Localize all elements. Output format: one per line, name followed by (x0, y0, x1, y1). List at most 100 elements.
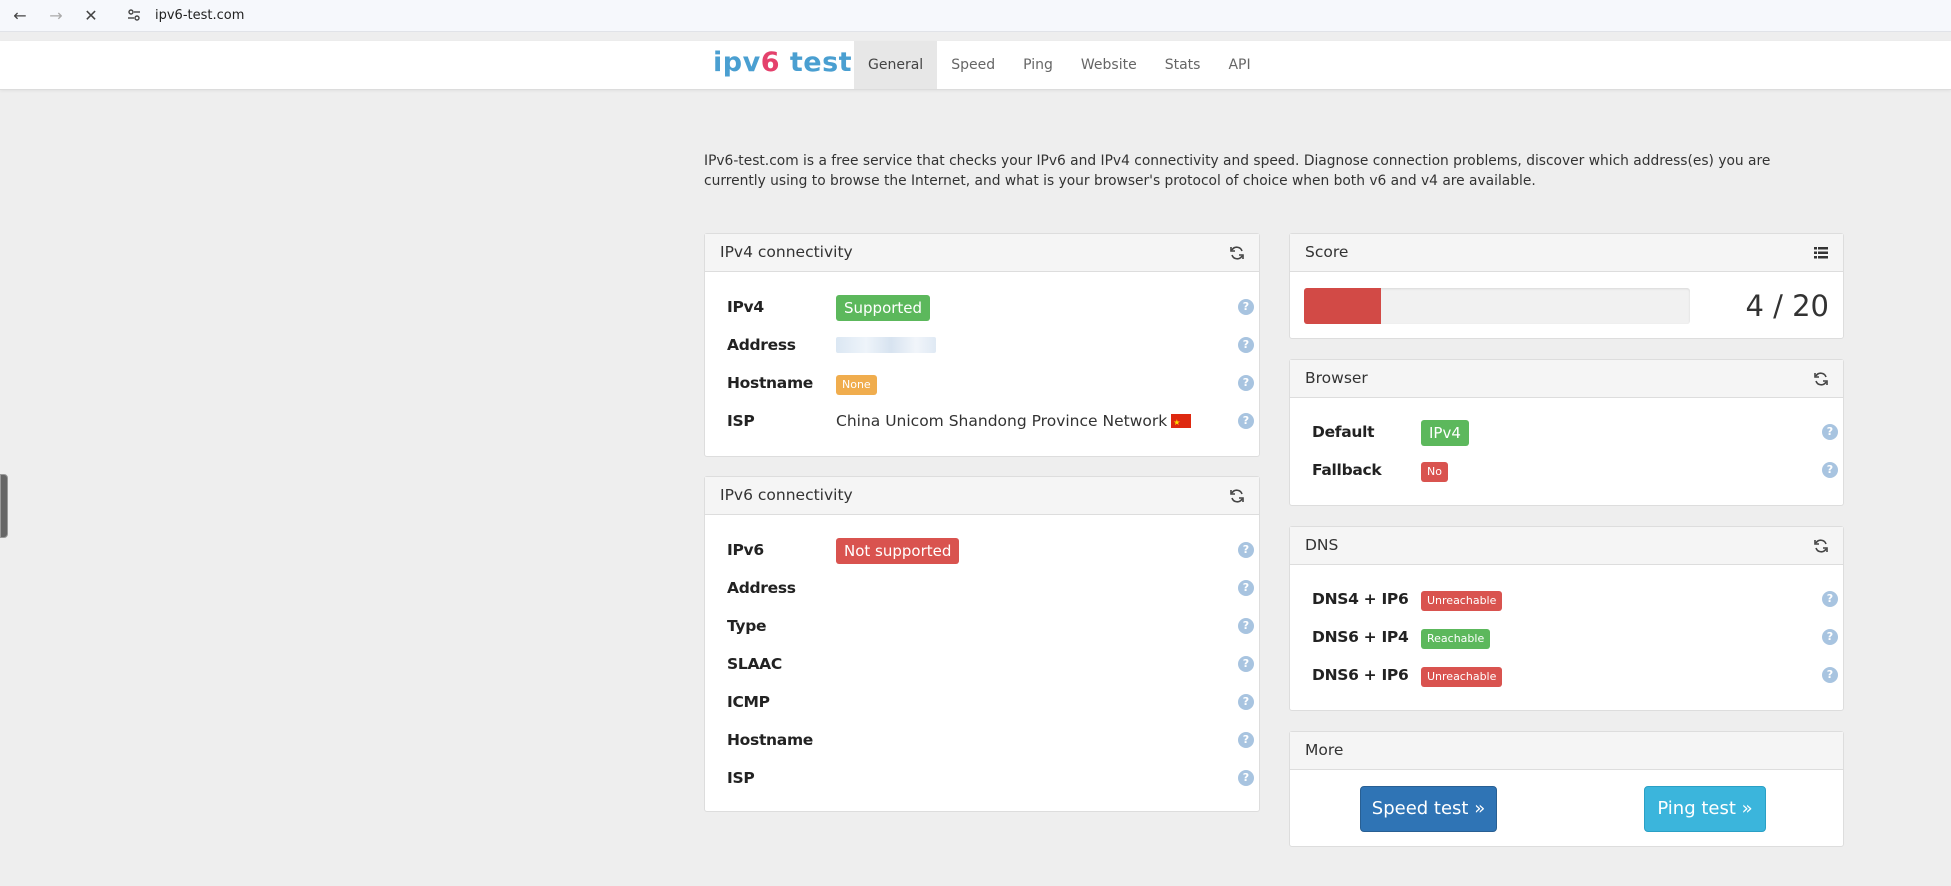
help-icon[interactable]: ? (1238, 299, 1254, 315)
stop-loading-icon[interactable]: ✕ (81, 6, 101, 26)
row-label: ISP (727, 412, 755, 430)
back-arrow-icon[interactable]: ← (10, 6, 30, 26)
row-label: SLAAC (727, 655, 782, 673)
ipv6-icmp-row: ICMP ? (727, 690, 1257, 714)
help-icon[interactable]: ? (1238, 542, 1254, 558)
browser-toolbar: ← → ✕ ipv6-test.com (0, 0, 1951, 32)
row-label: Default (1312, 423, 1375, 441)
help-icon[interactable]: ? (1238, 375, 1254, 391)
dns-row: DNS6 + IP4 Reachable ? (1312, 625, 1842, 649)
row-label: DNS4 + IP6 (1312, 590, 1409, 608)
logo-part-ipv: ipv (713, 47, 761, 78)
ping-test-button[interactable]: Ping test » (1644, 786, 1766, 832)
ipv4-panel: IPv4 connectivity IPv4 Supported ? Addre… (704, 233, 1260, 457)
row-label: ICMP (727, 693, 770, 711)
dns-panel-title: DNS (1305, 536, 1339, 554)
browser-panel-title: Browser (1305, 369, 1368, 387)
more-panel-title: More (1305, 741, 1344, 759)
dns-panel: DNS DNS4 + IP6 Unreachable ? DNS6 + IP4 … (1289, 526, 1844, 711)
row-label: IPv4 (727, 298, 764, 316)
tab-ping[interactable]: Ping (1009, 41, 1067, 89)
help-icon[interactable]: ? (1238, 618, 1254, 634)
ipv4-hostname-row: Hostname None ? (727, 371, 1257, 395)
help-icon[interactable]: ? (1238, 656, 1254, 672)
row-label: Fallback (1312, 461, 1382, 479)
list-icon[interactable] (1813, 245, 1829, 261)
refresh-icon[interactable] (1229, 245, 1245, 261)
side-panel-handle[interactable] (0, 474, 8, 538)
status-badge: None (836, 375, 877, 395)
tab-general[interactable]: General (854, 41, 938, 89)
status-badge: Not supported (836, 538, 960, 564)
row-label: Address (727, 579, 796, 597)
help-icon[interactable]: ? (1822, 667, 1838, 683)
more-panel: More Speed test » Ping test » (1289, 731, 1844, 847)
help-icon[interactable]: ? (1822, 462, 1838, 478)
help-icon[interactable]: ? (1822, 424, 1838, 440)
tab-website[interactable]: Website (1067, 41, 1151, 89)
site-logo[interactable]: ipv6 test (713, 47, 852, 78)
status-badge: Unreachable (1421, 667, 1503, 687)
more-panel-header: More (1290, 732, 1843, 770)
help-icon[interactable]: ? (1238, 337, 1254, 353)
speed-test-button[interactable]: Speed test » (1360, 786, 1497, 832)
site-navbar: ipv6 test General Speed Ping Website Sta… (0, 41, 1951, 90)
row-label: DNS6 + IP6 (1312, 666, 1409, 684)
ipv6-panel-header: IPv6 connectivity (705, 477, 1259, 515)
help-icon[interactable]: ? (1822, 629, 1838, 645)
row-label: Address (727, 336, 796, 354)
dns-row: DNS4 + IP6 Unreachable ? (1312, 587, 1842, 611)
score-progress-bar (1304, 288, 1690, 324)
row-label: Hostname (727, 374, 814, 392)
status-badge: IPv4 (1421, 420, 1469, 446)
logo-part-test: test (779, 47, 853, 78)
refresh-icon[interactable] (1813, 371, 1829, 387)
isp-value: China Unicom Shandong Province Network (836, 412, 1168, 430)
logo-part-6: 6 (760, 47, 780, 78)
status-badge: Supported (836, 295, 931, 321)
refresh-icon[interactable] (1229, 488, 1245, 504)
score-value: 4 / 20 (1745, 289, 1829, 323)
score-panel-header: Score (1290, 234, 1843, 272)
browser-fallback-row: Fallback No ? (1312, 458, 1842, 482)
forward-arrow-icon[interactable]: → (46, 6, 66, 26)
refresh-icon[interactable] (1813, 538, 1829, 554)
tab-speed[interactable]: Speed (937, 41, 1009, 89)
address-bar[interactable]: ipv6-test.com (155, 8, 244, 23)
ipv4-panel-title: IPv4 connectivity (720, 243, 853, 261)
score-panel: Score 4 / 20 (1289, 233, 1844, 339)
ipv6-hostname-row: Hostname ? (727, 728, 1257, 752)
ipv4-isp-row: ISP China Unicom Shandong Province Netwo… (727, 409, 1257, 435)
help-icon[interactable]: ? (1238, 580, 1254, 596)
site-settings-icon[interactable] (126, 7, 142, 23)
tab-stats[interactable]: Stats (1151, 41, 1215, 89)
ipv6-address-row: Address ? (727, 576, 1257, 600)
ipv6-panel-title: IPv6 connectivity (720, 486, 853, 504)
nav-tabs: General Speed Ping Website Stats API (854, 41, 1265, 89)
redacted-address (836, 337, 936, 353)
dns-panel-header: DNS (1290, 527, 1843, 565)
row-label: IPv6 (727, 541, 764, 559)
help-icon[interactable]: ? (1238, 694, 1254, 710)
help-icon[interactable]: ? (1238, 413, 1254, 429)
status-badge: Unreachable (1421, 591, 1503, 611)
browser-default-row: Default IPv4 ? (1312, 420, 1842, 446)
ipv6-isp-row: ISP ? (727, 766, 1257, 790)
status-badge: Reachable (1421, 629, 1491, 649)
score-panel-title: Score (1305, 243, 1349, 261)
row-label: ISP (727, 769, 755, 787)
ipv4-panel-header: IPv4 connectivity (705, 234, 1259, 272)
help-icon[interactable]: ? (1822, 591, 1838, 607)
row-label: Hostname (727, 731, 814, 749)
row-label: Type (727, 617, 767, 635)
tab-api[interactable]: API (1214, 41, 1264, 89)
ipv6-panel: IPv6 connectivity IPv6 Not supported ? A… (704, 476, 1260, 812)
status-badge: No (1421, 462, 1448, 482)
dns-row: DNS6 + IP6 Unreachable ? (1312, 663, 1842, 687)
ipv6-type-row: Type ? (727, 614, 1257, 638)
help-icon[interactable]: ? (1238, 732, 1254, 748)
ipv4-address-row: Address ? (727, 333, 1257, 357)
row-label: DNS6 + IP4 (1312, 628, 1409, 646)
ipv6-status-row: IPv6 Not supported ? (727, 538, 1257, 564)
help-icon[interactable]: ? (1238, 770, 1254, 786)
